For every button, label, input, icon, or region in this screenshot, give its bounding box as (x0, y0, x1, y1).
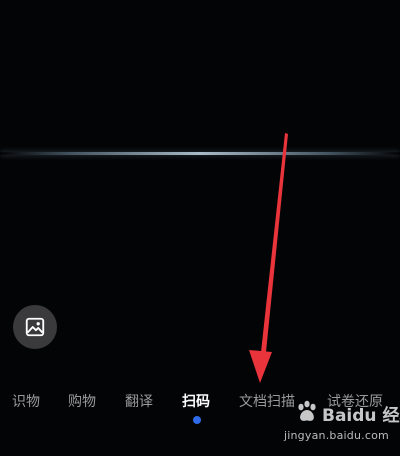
baidu-paw-icon (298, 400, 316, 421)
scan-camera-screen: 识物 购物 翻译 扫码 文档扫描 试卷还原 Baidu 经验 jingyan.b… (0, 0, 400, 456)
gallery-button[interactable] (13, 305, 57, 349)
baidu-jingyan-watermark: Baidu 经验 jingyan.baidu.com (284, 395, 400, 453)
watermark-url: jingyan.baidu.com (284, 429, 389, 442)
watermark-brand: Baidu 经验 (322, 406, 400, 426)
image-icon (25, 317, 45, 337)
annotation-arrow (249, 133, 288, 383)
mode-tab-translate[interactable]: 翻译 (125, 392, 153, 412)
mode-tab-shopping[interactable]: 购物 (68, 392, 96, 412)
mode-tab-document-scan[interactable]: 文档扫描 (239, 392, 295, 412)
mode-tab-scan-code[interactable]: 扫码 (182, 392, 210, 412)
scan-line (0, 152, 400, 155)
mode-tab-object[interactable]: 识物 (12, 392, 40, 412)
active-mode-indicator (193, 416, 201, 424)
